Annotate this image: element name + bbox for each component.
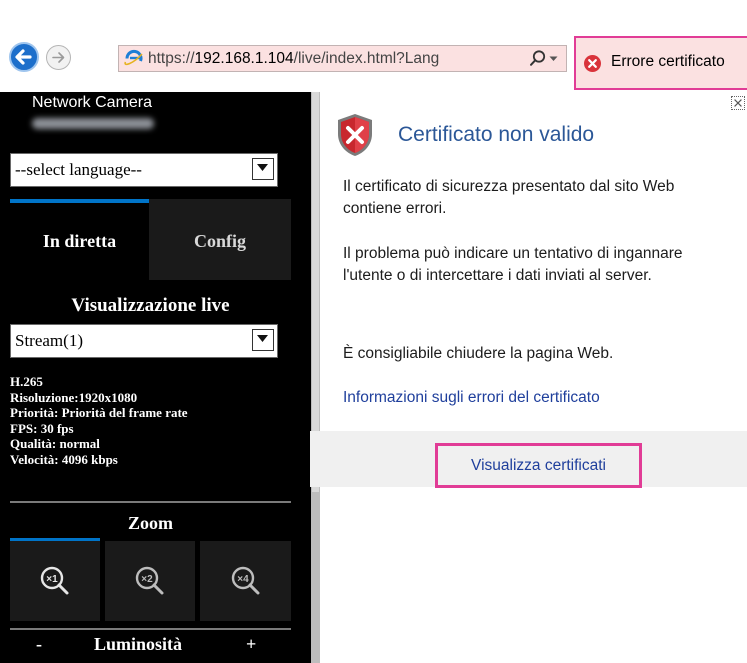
zoom-x2-button[interactable]: ×2 <box>105 541 195 621</box>
zoom-x2-icon: ×2 <box>135 566 164 595</box>
certificate-popup <box>320 92 747 488</box>
chevron-down-icon[interactable] <box>252 329 274 351</box>
url-path: /live/index.html?Lang <box>293 50 440 67</box>
camera-title: Network Camera <box>32 94 153 111</box>
search-icon[interactable] <box>529 49 547 67</box>
stream-select-value: Stream(1) <box>15 331 83 350</box>
url-host: 192.168.1.104 <box>194 50 294 67</box>
url-scheme: https:// <box>148 50 195 67</box>
back-button[interactable] <box>9 42 39 72</box>
zoom-x1-text: ×1 <box>46 574 58 585</box>
stream-select[interactable]: Stream(1) <box>10 324 278 358</box>
live-view-title: Visualizzazione live <box>71 295 230 316</box>
internet-explorer-icon <box>124 49 143 66</box>
chevron-down-icon[interactable] <box>252 158 274 180</box>
view-certificates-button[interactable]: Visualizza certificati <box>435 443 642 488</box>
zoom-x4-icon: ×4 <box>231 566 259 595</box>
arrow-left-icon <box>15 49 32 65</box>
certificate-error-label[interactable]: Errore certificato <box>611 51 747 73</box>
stream-priority: Priorità: Priorità del frame rate <box>10 405 188 420</box>
zoom-title: Zoom <box>128 513 173 533</box>
address-url[interactable]: https://192.168.1.104/live/index.html?La… <box>148 49 528 69</box>
zoom-x4-text: ×4 <box>237 574 249 585</box>
stream-fps: FPS: 30 fps <box>10 420 74 436</box>
stream-codec: H.265 <box>10 374 43 389</box>
brightness-minus-button[interactable]: - <box>36 632 56 663</box>
tab-live-indicator <box>10 199 149 203</box>
popup-paragraph: Il problema può indicare un tentativo di… <box>343 245 683 284</box>
forward-button[interactable] <box>46 45 71 70</box>
popup-paragraph: È consigliabile chiudere la pagina Web. <box>343 345 614 362</box>
language-select-value: --select language-- <box>15 160 142 179</box>
stream-quality: Qualità: normal <box>10 436 100 451</box>
popup-title: Certificato non valido <box>398 123 595 146</box>
chevron-down-icon[interactable] <box>549 55 558 63</box>
stream-info: H.265 Risoluzione:1920x1080 Priorità: Pr… <box>10 374 300 467</box>
language-select[interactable]: --select language-- <box>10 153 278 187</box>
close-icon[interactable] <box>731 96 745 110</box>
shield-error-icon <box>338 114 372 156</box>
section-divider <box>10 628 291 630</box>
view-certificates-label: Visualizza certificati <box>471 457 606 474</box>
zoom-x1-icon: ×1 <box>40 566 69 595</box>
certificate-errors-info-link[interactable]: Informazioni sugli errori del certificat… <box>343 387 743 409</box>
zoom-x1-button[interactable]: ×1 <box>10 541 100 621</box>
brightness-label: Luminosità <box>94 634 183 654</box>
camera-model-redacted <box>32 113 172 135</box>
tab-live[interactable]: In diretta <box>10 229 149 253</box>
zoom-x2-text: ×2 <box>141 574 153 585</box>
arrow-right-icon <box>52 52 65 63</box>
error-icon <box>584 55 601 72</box>
tab-config[interactable]: Config <box>149 229 291 253</box>
stream-resolution: Risoluzione:1920x1080 <box>10 389 138 405</box>
stream-bitrate: Velocità: 4096 kbps <box>10 451 118 467</box>
brightness-plus-button[interactable]: + <box>246 632 266 663</box>
zoom-x4-button[interactable]: ×4 <box>200 541 291 621</box>
popup-paragraph: Il certificato di sicurezza presentato d… <box>343 178 675 217</box>
section-divider <box>10 501 291 503</box>
